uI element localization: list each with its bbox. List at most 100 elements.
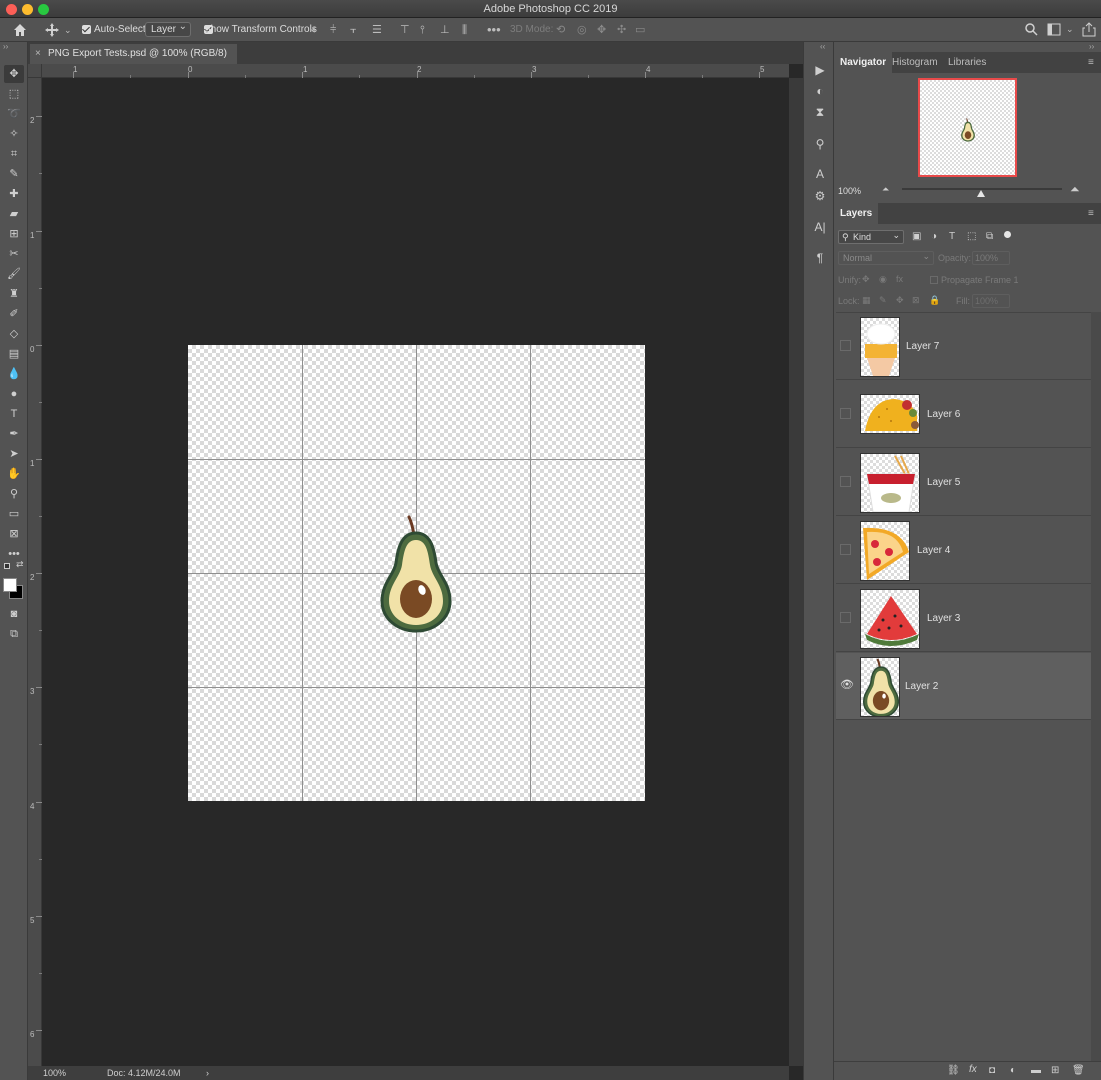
navigator-menu-icon[interactable]: ≡ bbox=[1088, 52, 1094, 73]
more-options-icon[interactable]: ••• bbox=[487, 18, 501, 42]
history-icon[interactable]: ⧗ bbox=[812, 104, 828, 120]
opacity-field[interactable]: 100% bbox=[972, 251, 1010, 265]
dodge-tool-icon[interactable]: ● bbox=[4, 385, 24, 403]
type-tool-icon[interactable]: T bbox=[4, 405, 24, 423]
move-tool-icon[interactable]: ✥ bbox=[4, 65, 24, 83]
zoom-level[interactable]: 100% bbox=[43, 1066, 66, 1080]
ruler-origin[interactable] bbox=[28, 64, 42, 78]
zoom-out-icon[interactable]: ⏶ bbox=[882, 184, 889, 195]
close-tab-icon[interactable]: × bbox=[35, 44, 41, 64]
unify-visibility-icon[interactable]: ◉ bbox=[879, 274, 887, 285]
hand-tool-icon[interactable]: ✋ bbox=[4, 465, 24, 483]
vertical-scrollbar[interactable] bbox=[789, 78, 803, 1066]
3d-pan-icon[interactable]: ✥ bbox=[597, 18, 606, 42]
tool-preset-chevron-icon[interactable]: ⌄ bbox=[64, 18, 72, 42]
clone-stamp-tool-icon[interactable]: ♜ bbox=[4, 285, 24, 303]
history-brush-tool-icon[interactable]: ✐ bbox=[4, 305, 24, 323]
lock-artboard-icon[interactable]: ⊠ bbox=[912, 295, 920, 306]
layer-row-selected[interactable]: 👁 Layer 2 bbox=[836, 653, 1091, 720]
blend-mode-dropdown[interactable]: Normal ⌄ bbox=[838, 251, 934, 265]
tab-layers[interactable]: Layers bbox=[834, 203, 879, 224]
unify-position-icon[interactable]: ✥ bbox=[862, 274, 870, 285]
tab-histogram[interactable]: Histogram bbox=[886, 52, 944, 73]
link-layers-icon[interactable]: ⛓ bbox=[947, 1065, 960, 1076]
layers-menu-icon[interactable]: ≡ bbox=[1088, 203, 1094, 224]
zoom-in-icon[interactable]: ⏶ bbox=[1070, 182, 1080, 197]
layer-name[interactable]: Layer 4 bbox=[917, 517, 950, 584]
align-top-icon[interactable]: ⊤ bbox=[400, 18, 410, 42]
foreground-color-swatch[interactable] bbox=[3, 578, 17, 592]
layer-row[interactable]: Layer 6 bbox=[836, 381, 1091, 448]
glyphs-icon[interactable]: A| bbox=[812, 219, 828, 235]
document-canvas[interactable] bbox=[188, 345, 645, 801]
actions-play-icon[interactable]: ▶ bbox=[812, 62, 828, 78]
content-aware-move-icon[interactable]: ✂ bbox=[4, 245, 24, 263]
character-icon[interactable]: A bbox=[812, 166, 828, 182]
gradient-tool-icon[interactable]: ▤ bbox=[4, 345, 24, 363]
adjustments-icon[interactable]: ◐ bbox=[812, 83, 828, 99]
vertical-ruler[interactable]: 2 1 0 1 2 3 4 5 6 bbox=[28, 78, 42, 1066]
3d-camera-icon[interactable]: ▭ bbox=[635, 18, 645, 42]
screen-mode-icon[interactable]: ⧉ bbox=[4, 625, 24, 643]
close-window-button[interactable] bbox=[6, 4, 17, 15]
layer-thumbnail[interactable] bbox=[860, 521, 910, 581]
layer-thumbnail[interactable] bbox=[860, 317, 900, 377]
shape-filter-icon[interactable]: ⬚ bbox=[967, 231, 976, 242]
auto-select-checkbox[interactable] bbox=[82, 25, 91, 34]
document-tab[interactable]: × PNG Export Tests.psd @ 100% (RGB/8) bbox=[30, 44, 237, 64]
navigator-zoom-value[interactable]: 100% bbox=[838, 186, 861, 196]
type-filter-icon[interactable]: T bbox=[949, 231, 955, 242]
crop-tool-icon[interactable]: ⌗ bbox=[4, 145, 24, 163]
align-middle-icon[interactable]: ⫯ bbox=[420, 18, 425, 42]
smart-object-filter-icon[interactable]: ⧉ bbox=[986, 231, 993, 242]
home-icon[interactable] bbox=[12, 22, 28, 38]
layer-row[interactable]: Layer 7 bbox=[836, 313, 1091, 380]
share-icon[interactable] bbox=[1082, 22, 1096, 37]
filter-toggle-icon[interactable] bbox=[1004, 231, 1011, 238]
collapse-right-icon[interactable]: ›› bbox=[1089, 42, 1094, 51]
bandaid-tool-icon[interactable]: ▰ bbox=[4, 205, 24, 223]
distribute-h-icon[interactable]: ☰ bbox=[372, 18, 382, 42]
search-icon[interactable] bbox=[1025, 23, 1038, 36]
workspace-chevron-icon[interactable]: ⌄ bbox=[1066, 17, 1074, 41]
visibility-toggle[interactable] bbox=[840, 340, 851, 351]
layer-thumbnail[interactable] bbox=[860, 589, 920, 649]
artboard-frame-icon[interactable]: ⊠ bbox=[4, 525, 24, 543]
unify-style-icon[interactable]: fx bbox=[896, 274, 903, 284]
layer-name[interactable]: Layer 6 bbox=[927, 381, 960, 448]
lasso-tool-icon[interactable]: ➰ bbox=[4, 105, 24, 123]
eraser-tool-icon[interactable]: ◇ bbox=[4, 325, 24, 343]
horizontal-ruler[interactable]: 1 0 1 2 3 4 5 bbox=[28, 64, 789, 78]
brush-tool-icon[interactable]: 🖌 bbox=[4, 265, 24, 283]
fill-field[interactable]: 100% bbox=[972, 294, 1010, 308]
lock-pixels-icon[interactable]: ✎ bbox=[879, 295, 887, 306]
paths-icon[interactable]: ⚲ bbox=[812, 136, 828, 152]
kind-filter-dropdown[interactable]: ⚲ Kind ⌄ bbox=[838, 230, 904, 244]
tab-navigator[interactable]: Navigator bbox=[834, 52, 893, 73]
layer-thumbnail[interactable] bbox=[860, 657, 900, 717]
path-selection-tool-icon[interactable]: ➤ bbox=[4, 445, 24, 463]
3d-slide-icon[interactable]: ✣ bbox=[617, 18, 626, 42]
spot-healing-tool-icon[interactable]: ✚ bbox=[4, 185, 24, 203]
3d-orbit-icon[interactable]: ⟲ bbox=[556, 18, 565, 42]
zoom-tool-icon[interactable]: ⚲ bbox=[4, 485, 24, 503]
align-center-h-icon[interactable]: ⫩ bbox=[330, 18, 336, 42]
toolbar-collapse-icon[interactable]: ›› bbox=[3, 42, 8, 51]
propagate-checkbox[interactable] bbox=[930, 276, 938, 284]
marquee-tool-icon[interactable]: ⬚ bbox=[4, 85, 24, 103]
clone-source-icon[interactable]: ⚙ bbox=[812, 188, 828, 204]
layer-row[interactable]: Layer 4 bbox=[836, 517, 1091, 584]
visibility-toggle[interactable] bbox=[840, 408, 851, 419]
layer-thumbnail[interactable] bbox=[860, 453, 920, 513]
swap-colors-icon[interactable]: ⇄ bbox=[16, 559, 24, 570]
navigator-preview[interactable] bbox=[918, 78, 1017, 177]
layer-name[interactable]: Layer 7 bbox=[906, 313, 939, 380]
layer-name[interactable]: Layer 3 bbox=[927, 585, 960, 652]
workspace-icon[interactable] bbox=[1047, 23, 1061, 36]
layer-name[interactable]: Layer 5 bbox=[927, 449, 960, 516]
visibility-toggle[interactable] bbox=[840, 476, 851, 487]
layers-scrollbar[interactable] bbox=[1091, 312, 1101, 1062]
eye-icon[interactable]: 👁 bbox=[840, 678, 854, 691]
layer-style-icon[interactable]: fx bbox=[969, 1064, 977, 1075]
rectangle-tool-icon[interactable]: ▭ bbox=[4, 505, 24, 523]
